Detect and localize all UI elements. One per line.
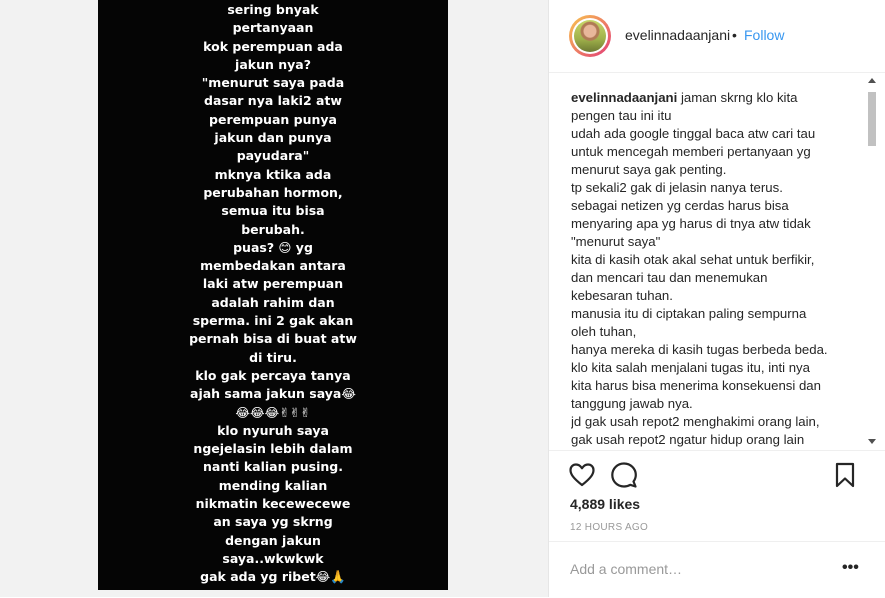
post-image-text-line: mending kalian <box>218 477 328 493</box>
caption-scrollbar[interactable] <box>865 78 879 450</box>
caption-line: tp sekali2 gak di jelasin nanya terus. <box>571 180 783 195</box>
post-image-text-line: 😂😂😂✌✌✌ <box>235 404 311 420</box>
caption-lines: pengen tau ini itu udah ada google tingga… <box>571 107 851 451</box>
caption-first-line: evelinnadaanjani jaman skrng klo kita <box>571 89 851 107</box>
post-image-text-line: ajah sama jakun saya😂 <box>190 386 356 402</box>
separator-dot: • <box>732 27 737 43</box>
post-image-text-line: pertanyaan <box>232 20 314 36</box>
post-image-text-line: "menurut saya pada <box>201 75 345 91</box>
post-image-text-line: mknya ktika ada <box>214 166 332 182</box>
caption-username[interactable]: evelinnadaanjani <box>571 90 677 105</box>
post-image-text-line: nanti kalian pusing. <box>202 459 343 475</box>
post-image-text-line: klo nyuruh saya <box>217 422 329 438</box>
follow-button[interactable]: Follow <box>744 27 784 43</box>
comment-input[interactable] <box>570 559 810 579</box>
scroll-up-arrow-icon[interactable] <box>868 78 876 83</box>
post-image-text-line: laki atw perempuan <box>202 276 344 292</box>
caption-line: manusia itu di ciptakan paling sempurna <box>571 306 807 321</box>
post-image-text-line: berubah. <box>241 221 305 237</box>
post-image-text-line: saya..wkwkwk <box>222 550 324 566</box>
caption-line: hanya mereka di kasih tugas berbeda beda… <box>571 342 828 357</box>
caption-line: tanggung jawab nya. <box>571 396 693 411</box>
avatar-ring <box>572 18 608 54</box>
post-image-text-line: an saya yg skrng <box>213 514 333 530</box>
caption-line: klo kita salah menjalani tugas itu, inti… <box>571 360 810 375</box>
post-image[interactable]: sering bnyak pertanyaan kok perempuan ada j… <box>98 0 448 590</box>
post-image-text-line: dasar nya laki2 atw <box>204 93 342 109</box>
caption-line: menyaring apa yg harus di tnya atw tidak <box>571 216 811 231</box>
post-image-text-line: membedakan antara <box>200 258 346 274</box>
caption-line: kita harus bisa menerima konsekuensi dan <box>571 378 821 393</box>
post-sidebar: evelinnadaanjani • Follow evelinnadaanja… <box>548 0 885 597</box>
post-header: evelinnadaanjani • Follow <box>549 0 885 73</box>
post-image-text-line: gak ada yg ribet😂🙏 <box>200 569 346 585</box>
bookmark-icon[interactable] <box>835 462 855 488</box>
caption-line: kebesaran tuhan. <box>571 288 673 303</box>
post-image-text-line: payudara" <box>236 148 310 164</box>
post-image-text-line: nikmatin kecewecewe <box>195 496 351 512</box>
caption-line: gak usah repot2 ngatur hidup orang lain <box>571 432 805 447</box>
username-link[interactable]: evelinnadaanjani <box>625 27 730 43</box>
caption-line: dan mencari tau dan menemukan <box>571 270 768 285</box>
post-image-text-line: jakun nya? <box>235 56 311 72</box>
post-image-text-line: dengan jakun <box>225 532 321 548</box>
comment-box: ••• <box>549 541 885 598</box>
avatar-photo <box>574 20 606 52</box>
more-options-icon[interactable]: ••• <box>842 559 859 579</box>
post-image-text-line: adalah rahim dan <box>211 294 335 310</box>
caption-line: menurut saya gak penting. <box>571 162 727 177</box>
post-image-text-line: ngejelasin lebih dalam <box>193 441 353 457</box>
post-image-text-line: sering bnyak <box>227 2 319 17</box>
post-image-text-line: kok perempuan ada <box>203 38 343 54</box>
post-timestamp[interactable]: 12 HOURS AGO <box>570 522 648 533</box>
post-image-text-line: jakun dan punya <box>214 130 332 146</box>
likes-count[interactable]: 4,889 likes <box>570 496 640 512</box>
scroll-down-arrow-icon[interactable] <box>868 439 876 444</box>
post-image-text-line: pernah bisa di buat atw <box>189 331 357 347</box>
caption-area[interactable]: evelinnadaanjani jaman skrng klo kita pe… <box>571 89 851 451</box>
caption-line: untuk mencegah memberi pertanyaan yg <box>571 144 811 159</box>
post-actions: 4,889 likes 12 HOURS AGO <box>549 450 885 546</box>
caption-line: udah ada google tinggal baca atw cari ta… <box>571 126 816 141</box>
post-image-text-line: semua itu bisa <box>221 203 325 219</box>
caption-line: "menurut saya" <box>571 234 661 249</box>
media-pane: sering bnyak pertanyaan kok perempuan ada j… <box>0 0 548 597</box>
scroll-thumb[interactable] <box>868 92 876 146</box>
post-image-text-line: klo gak percaya tanya <box>195 367 351 383</box>
comment-bubble-icon[interactable] <box>611 462 637 488</box>
post-image-text-line: perubahan hormon, <box>203 184 343 200</box>
post-image-text-line: puas? 😊 yg <box>233 239 313 255</box>
caption-line: oleh tuhan, <box>571 324 637 339</box>
avatar[interactable] <box>569 15 611 57</box>
caption-line: kita di kasih otak akal sehat untuk berf… <box>571 252 815 267</box>
caption-line: jd gak usah repot2 menghakimi orang lain… <box>571 414 820 429</box>
post-image-text-line: sperma. ini 2 gak akan <box>192 313 354 329</box>
caption-line: pengen tau ini itu <box>571 108 672 123</box>
heart-icon[interactable] <box>569 463 595 487</box>
post-image-text-line: perempuan punya <box>209 111 337 127</box>
caption-first-text: jaman skrng klo kita <box>677 90 798 105</box>
caption-line: sebagai netizen yg cerdas harus bisa <box>571 198 789 213</box>
post-image-text-line: di tiru. <box>249 349 297 365</box>
